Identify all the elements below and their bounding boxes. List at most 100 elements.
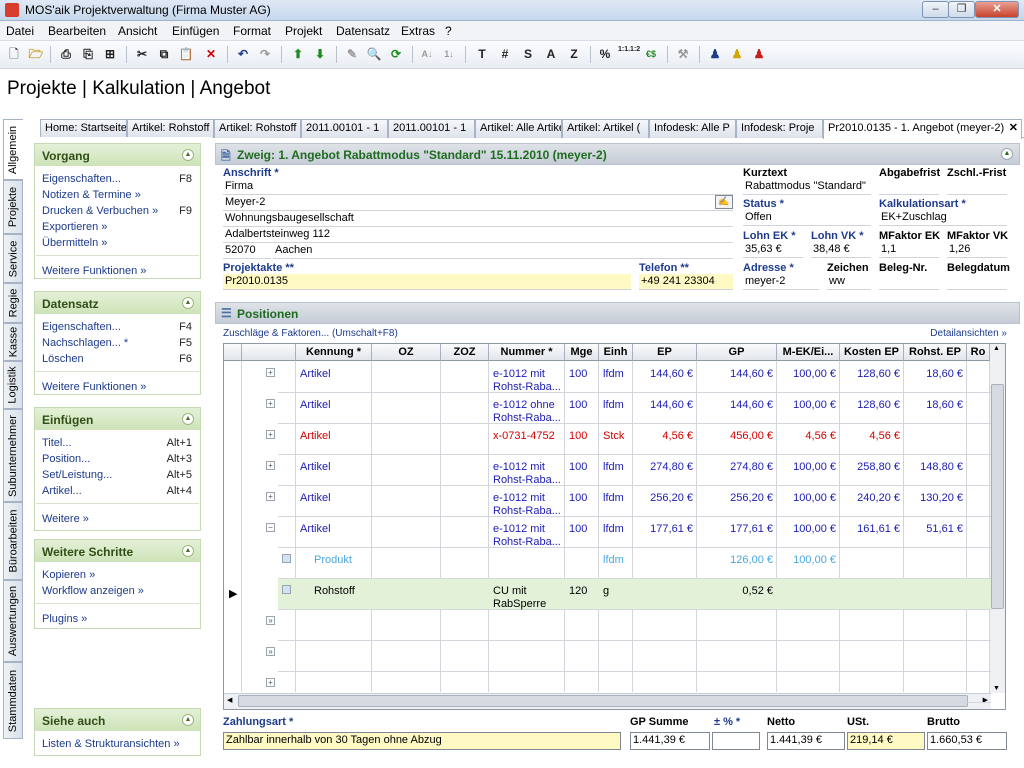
tree-node-icon[interactable] xyxy=(282,585,291,594)
tab-projekt-2[interactable]: 2011.00101 - 1 xyxy=(388,119,475,138)
tab-artikel-rohstoff-2[interactable]: Artikel: Rohstoff xyxy=(214,119,301,138)
undo-icon[interactable]: ↶ xyxy=(234,45,252,63)
vtab-regie[interactable]: Regie xyxy=(3,283,23,323)
column-header[interactable]: GP xyxy=(697,344,777,361)
collapse-icon[interactable]: ▲ xyxy=(1001,148,1013,160)
cell-kosten[interactable]: 258,80 € xyxy=(844,461,900,474)
sidebar-weitere-funktionen[interactable]: Weitere Funktionen » xyxy=(42,265,146,277)
cut-icon[interactable]: ✂ xyxy=(133,45,151,63)
collapse-icon[interactable]: ▲ xyxy=(182,413,194,425)
cell-gp[interactable]: 0,52 € xyxy=(701,585,773,598)
print-preview-icon[interactable]: ⎘ xyxy=(79,45,97,63)
cell-einh[interactable]: lfdm xyxy=(603,554,629,567)
cell-gp[interactable]: 274,80 € xyxy=(701,461,773,474)
cell-mge[interactable]: 100 xyxy=(569,492,595,505)
paste-icon[interactable]: 📋 xyxy=(177,45,195,63)
sidebar-item-listen[interactable]: Listen & Strukturansichten » xyxy=(42,738,180,750)
vtab-stammdaten[interactable]: Stammdaten xyxy=(3,662,23,739)
menu-format[interactable]: Format xyxy=(233,24,271,38)
cell-einh[interactable]: lfdm xyxy=(603,399,629,412)
redo-icon[interactable]: ↷ xyxy=(256,45,274,63)
cell-mek[interactable]: 100,00 € xyxy=(781,523,836,536)
expand-icon[interactable]: + xyxy=(266,461,275,470)
ort-field[interactable]: Aachen xyxy=(273,243,733,259)
sidebar-item-notizen[interactable]: Notizen & Termine » xyxy=(42,189,141,201)
cell-einh[interactable]: lfdm xyxy=(603,368,629,381)
zschl-frist-field[interactable] xyxy=(947,179,1007,195)
vtab-allgemein[interactable]: Allgemein xyxy=(3,119,23,180)
menu-projekt[interactable]: Projekt xyxy=(285,24,322,38)
sort-icon[interactable]: A↓ xyxy=(418,45,436,63)
expand-icon[interactable]: » xyxy=(266,616,275,625)
cell-mge[interactable]: 100 xyxy=(569,399,595,412)
menu-bearbeiten[interactable]: Bearbeiten xyxy=(48,24,106,38)
cell-kennung[interactable]: Artikel xyxy=(300,368,368,381)
cell-kosten[interactable]: 128,60 € xyxy=(844,368,900,381)
menu-einfuegen[interactable]: Einfügen xyxy=(172,24,219,38)
vtab-logistik[interactable]: Logistik xyxy=(3,361,23,409)
mfaktor-ek-field[interactable]: 1,1 xyxy=(879,242,939,258)
sort-number-icon[interactable]: 1↓ xyxy=(440,45,458,63)
percent-button[interactable]: % xyxy=(596,45,614,63)
sidebar-item-uebermitteln[interactable]: Übermitteln » xyxy=(42,237,107,249)
cell-rohst[interactable]: 18,60 € xyxy=(908,368,963,381)
table-row[interactable] xyxy=(278,610,991,641)
column-header[interactable]: Einh xyxy=(599,344,633,361)
sidebar-item-eigenschaften[interactable]: Eigenschaften... xyxy=(42,173,121,185)
tab-angebot[interactable]: Pr2010.0135 - 1. Angebot (meyer-2) ✕ xyxy=(823,119,1022,139)
sidebar-plugins[interactable]: Plugins » xyxy=(42,613,87,625)
ust-field[interactable]: 219,14 € xyxy=(847,732,925,750)
cell-kosten[interactable]: 128,60 € xyxy=(844,399,900,412)
open-folder-icon[interactable]: 🗁 xyxy=(27,45,45,63)
cell-ep[interactable]: 256,20 € xyxy=(637,492,693,505)
cell-kennung[interactable]: Produkt xyxy=(314,554,382,567)
sidebar-item-exportieren[interactable]: Exportieren » xyxy=(42,221,107,233)
tab-close-icon[interactable]: ✕ xyxy=(1009,121,1018,134)
sidebar-item-loeschen[interactable]: Löschen xyxy=(42,353,84,365)
cell-ep[interactable]: 274,80 € xyxy=(637,461,693,474)
cell-kennung[interactable]: Artikel xyxy=(300,430,368,443)
scroll-left-icon[interactable]: ◀ xyxy=(227,696,232,704)
sidebar-weitere-funktionen-2[interactable]: Weitere Funktionen » xyxy=(42,381,146,393)
cell-kennung[interactable]: Artikel xyxy=(300,461,368,474)
cell-ep[interactable]: 144,60 € xyxy=(637,368,693,381)
cell-nummer[interactable] xyxy=(493,554,561,567)
vtab-bueroarbeiten[interactable]: Büroarbeiten xyxy=(3,502,23,580)
collapse-icon[interactable]: ▲ xyxy=(182,545,194,557)
beleg-nr-field[interactable] xyxy=(879,274,939,290)
tab-home[interactable]: Home: Startseite xyxy=(40,119,127,138)
sidebar-item-position[interactable]: Position... xyxy=(42,453,90,465)
s-button[interactable]: S xyxy=(519,45,537,63)
cell-gp[interactable]: 177,61 € xyxy=(701,523,773,536)
tab-projekt-1[interactable]: 2011.00101 - 1 xyxy=(301,119,388,138)
cell-gp[interactable]: 456,00 € xyxy=(701,430,773,443)
column-header[interactable]: OZ xyxy=(372,344,441,361)
sidebar-item-nachschlagen[interactable]: Nachschlagen... * xyxy=(42,337,128,349)
collapse-icon[interactable]: ▲ xyxy=(182,149,194,161)
cell-einh[interactable]: lfdm xyxy=(603,492,629,505)
cell-nummer[interactable]: e-1012 mit Rohst-Raba... xyxy=(493,461,561,487)
vtab-subunternehmer[interactable]: Subunternehmer xyxy=(3,409,23,502)
adresse-field[interactable]: meyer-2 xyxy=(743,274,819,290)
cell-ep[interactable]: 177,61 € xyxy=(637,523,693,536)
table-row[interactable] xyxy=(278,641,991,672)
cell-einh[interactable]: Stck xyxy=(603,430,629,443)
cell-mek[interactable]: 100,00 € xyxy=(781,368,836,381)
menu-datensatz[interactable]: Datensatz xyxy=(336,24,390,38)
table-row[interactable] xyxy=(278,579,991,610)
telefon-field[interactable]: +49 241 23304 xyxy=(639,274,733,290)
collapse-icon[interactable]: ▲ xyxy=(182,714,194,726)
print-icon[interactable]: ⎙ xyxy=(57,45,75,63)
kurztext-field[interactable]: Rabattmodus "Standard" xyxy=(743,179,871,195)
cell-rohst[interactable]: 148,80 € xyxy=(908,461,963,474)
cell-nummer[interactable]: e-1012 ohne Rohst-Raba... xyxy=(493,399,561,425)
sidebar-item-drucken[interactable]: Drucken & Verbuchen » xyxy=(42,205,158,217)
cell-mge[interactable]: 100 xyxy=(569,461,595,474)
tools-icon[interactable]: ⚒ xyxy=(674,45,692,63)
menu-extras[interactable]: Extras xyxy=(401,24,435,38)
copy-icon[interactable]: ⧉ xyxy=(155,45,173,63)
tab-artikel-rohstoff-1[interactable]: Artikel: Rohstoff xyxy=(127,119,214,138)
expand-icon[interactable]: + xyxy=(266,430,275,439)
tab-artikel[interactable]: Artikel: Artikel ( xyxy=(562,119,649,138)
zeichen-field[interactable]: ww xyxy=(827,274,871,290)
